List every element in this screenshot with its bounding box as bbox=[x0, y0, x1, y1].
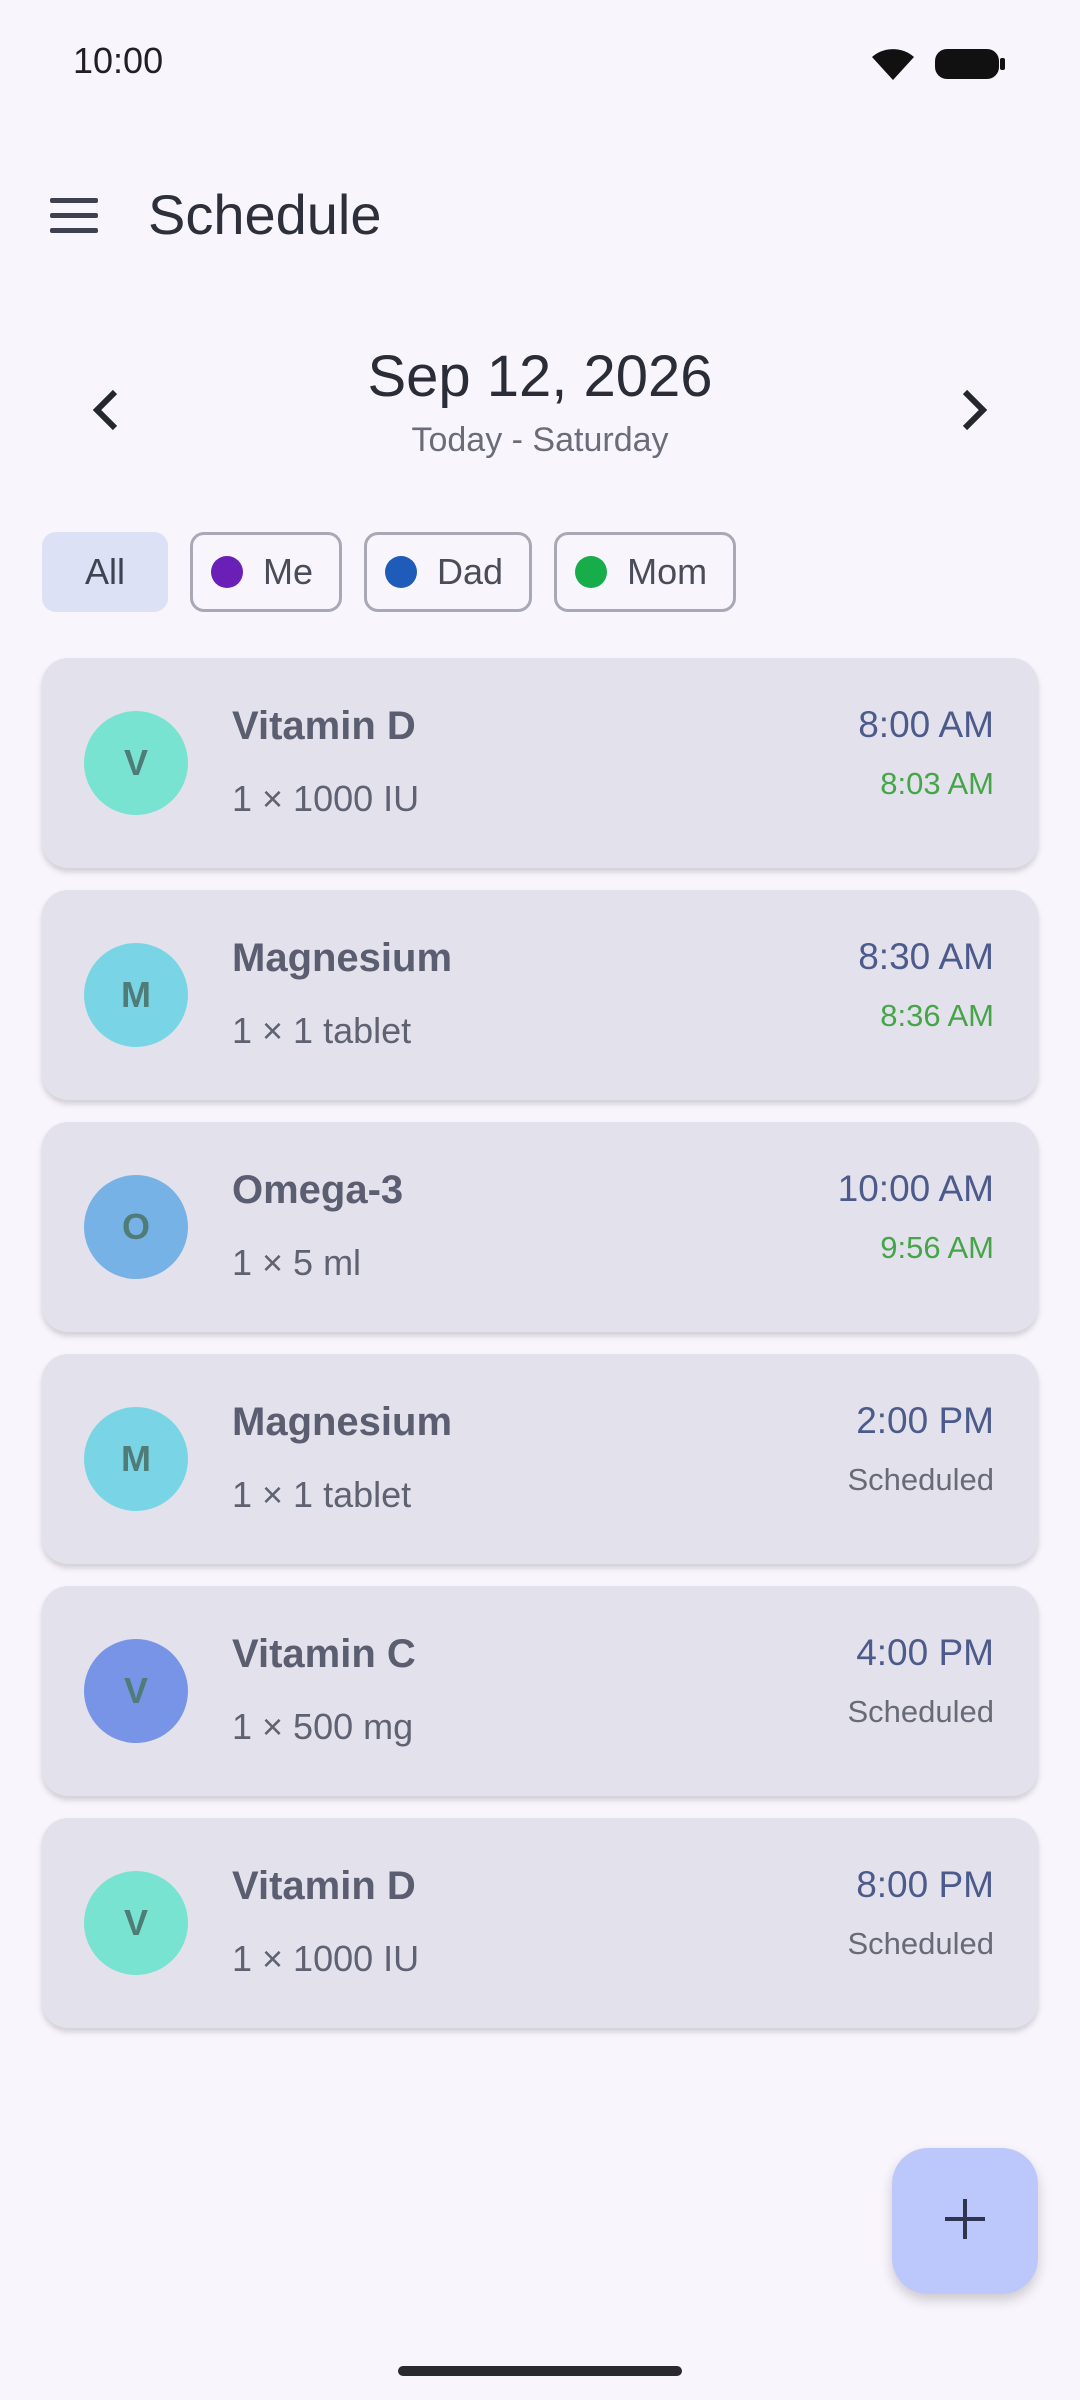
medication-dose: 1 × 1000 IU bbox=[232, 1938, 420, 1979]
avatar: V bbox=[84, 1871, 188, 1975]
medication-name: Vitamin D bbox=[232, 1864, 416, 1908]
scheduled-time: 10:00 AM bbox=[837, 1168, 994, 1209]
add-medication-button[interactable] bbox=[892, 2148, 1038, 2294]
dose-status: 9:56 AM bbox=[880, 1230, 994, 1265]
dose-status: Scheduled bbox=[847, 1462, 994, 1497]
scheduled-time: 8:00 PM bbox=[856, 1864, 994, 1905]
page-title: Schedule bbox=[148, 183, 382, 246]
filter-chip-mom[interactable]: Mom bbox=[554, 532, 737, 612]
dose-status: Scheduled bbox=[847, 1926, 994, 1961]
medication-name: Magnesium bbox=[232, 1400, 453, 1444]
date-navigator: Sep 12, 2026 Today - Saturday bbox=[0, 335, 1080, 475]
dose-status: Scheduled bbox=[847, 1694, 994, 1729]
person-color-dot bbox=[211, 556, 244, 588]
dose-status: 8:36 AM bbox=[880, 998, 994, 1033]
current-date: Sep 12, 2026 bbox=[367, 344, 713, 409]
filter-chips: All Me Dad Mom bbox=[42, 532, 737, 616]
medication-dose: 1 × 1 tablet bbox=[232, 1474, 412, 1515]
medication-name: Vitamin D bbox=[232, 704, 416, 748]
scheduled-time: 2:00 PM bbox=[856, 1400, 994, 1441]
chip-label: Dad bbox=[437, 551, 504, 592]
battery-icon bbox=[934, 46, 1006, 87]
schedule-card[interactable]: V Vitamin D 1 × 1000 IU 8:00 AM 8:03 AM bbox=[42, 658, 1038, 868]
person-color-dot bbox=[575, 556, 608, 588]
avatar: O bbox=[84, 1175, 188, 1279]
schedule-card[interactable]: V Vitamin D 1 × 1000 IU 8:00 PM Schedule… bbox=[42, 1818, 1038, 2028]
schedule-list: V Vitamin D 1 × 1000 IU 8:00 AM 8:03 AM … bbox=[42, 658, 1038, 2050]
scheduled-time: 8:30 AM bbox=[858, 936, 994, 977]
avatar: M bbox=[84, 1407, 188, 1511]
filter-chip-all[interactable]: All bbox=[42, 532, 169, 612]
schedule-card[interactable]: O Omega-3 1 × 5 ml 10:00 AM 9:56 AM bbox=[42, 1122, 1038, 1332]
medication-dose: 1 × 1 tablet bbox=[232, 1010, 412, 1051]
status-bar: 10:00 bbox=[0, 0, 1080, 130]
schedule-card[interactable]: V Vitamin C 1 × 500 mg 4:00 PM Scheduled bbox=[42, 1586, 1038, 1796]
status-icons bbox=[870, 46, 1006, 87]
schedule-card[interactable]: M Magnesium 1 × 1 tablet 8:30 AM 8:36 AM bbox=[42, 890, 1038, 1100]
dose-status: 8:03 AM bbox=[880, 766, 994, 801]
status-time: 10:00 bbox=[73, 40, 164, 81]
medication-name: Vitamin C bbox=[232, 1632, 416, 1676]
medication-dose: 1 × 1000 IU bbox=[232, 778, 420, 819]
schedule-card[interactable]: M Magnesium 1 × 1 tablet 2:00 PM Schedul… bbox=[42, 1354, 1038, 1564]
chevron-right-icon[interactable] bbox=[940, 375, 1010, 445]
person-color-dot bbox=[385, 556, 418, 588]
avatar: M bbox=[84, 943, 188, 1047]
filter-chip-dad[interactable]: Dad bbox=[364, 532, 533, 612]
chip-label: Me bbox=[263, 551, 314, 592]
medication-dose: 1 × 500 mg bbox=[232, 1706, 414, 1747]
medication-dose: 1 × 5 ml bbox=[232, 1242, 362, 1283]
scheduled-time: 8:00 AM bbox=[858, 704, 994, 745]
avatar: V bbox=[84, 711, 188, 815]
medication-name: Omega-3 bbox=[232, 1168, 404, 1212]
menu-icon[interactable] bbox=[40, 185, 110, 245]
home-indicator[interactable] bbox=[398, 2366, 682, 2376]
chip-label: Mom bbox=[627, 551, 708, 592]
avatar: V bbox=[84, 1639, 188, 1743]
chip-label: All bbox=[85, 551, 126, 592]
top-app-bar: Schedule bbox=[0, 160, 1080, 270]
filter-chip-me[interactable]: Me bbox=[190, 532, 343, 612]
date-subtitle: Today - Saturday bbox=[411, 421, 669, 459]
medication-name: Magnesium bbox=[232, 936, 453, 980]
plus-icon bbox=[943, 2197, 987, 2246]
scheduled-time: 4:00 PM bbox=[856, 1632, 994, 1673]
wifi-icon bbox=[870, 46, 916, 87]
